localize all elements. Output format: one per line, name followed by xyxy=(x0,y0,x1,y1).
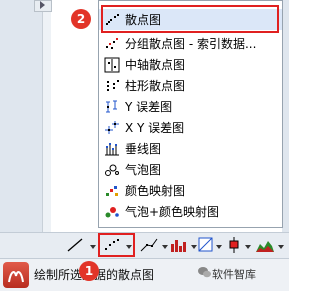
app-logo xyxy=(3,262,29,288)
scatter-plot-menu: 散点图 分组散点图 - 索引数据... 中轴散点图 柱形散点图 Y 误差图 X … xyxy=(98,0,283,228)
menu-item-column-scatter[interactable]: 柱形散点图 xyxy=(99,75,282,96)
chevron-down-icon[interactable] xyxy=(90,245,96,249)
bubble-color-map-icon xyxy=(104,204,120,220)
menu-item-label: 垂线图 xyxy=(125,142,162,156)
chevron-down-icon[interactable] xyxy=(216,245,222,249)
menu-item-label: 气泡图 xyxy=(125,163,162,177)
chevron-down-icon[interactable] xyxy=(245,245,251,249)
scatter-button-highlight xyxy=(98,233,135,257)
step-badge-2: 2 xyxy=(71,9,91,29)
menu-item-y-error[interactable]: Y 误差图 xyxy=(99,96,282,117)
menu-item-bubble[interactable]: 气泡图 xyxy=(99,159,282,180)
watermark-text: 软件智库 xyxy=(212,268,256,281)
menu-item-bubble-color-map[interactable]: 气泡+颜色映射图 xyxy=(99,201,282,222)
drop-line-icon xyxy=(104,141,120,157)
column-scatter-icon xyxy=(104,78,120,94)
bubble-icon xyxy=(104,162,120,178)
menu-item-label: X Y 误差图 xyxy=(125,121,185,135)
wechat-icon xyxy=(198,266,211,278)
menu-item-central-axis-scatter[interactable]: 中轴散点图 xyxy=(99,54,282,75)
menu-item-label: Y 误差图 xyxy=(125,100,173,114)
grouped-scatter-icon xyxy=(104,36,120,52)
xy-error-icon xyxy=(104,120,120,136)
menu-item-drop-line[interactable]: 垂线图 xyxy=(99,138,282,159)
expand-arrow-icon xyxy=(40,1,45,9)
menu-item-xy-error[interactable]: X Y 误差图 xyxy=(99,117,282,138)
menu-item-label: 中轴散点图 xyxy=(125,58,186,72)
menu-item-color-map[interactable]: 颜色映射图 xyxy=(99,180,282,201)
menu-item-label: 分组散点图 - 索引数据... xyxy=(125,37,257,51)
central-axis-scatter-icon xyxy=(104,57,120,73)
step-badge-1: 1 xyxy=(79,261,99,281)
box-chart-button[interactable] xyxy=(224,236,258,254)
scrollbar[interactable] xyxy=(282,0,289,232)
selected-item-highlight xyxy=(101,5,279,33)
y-error-icon xyxy=(104,99,120,115)
menu-item-label: 气泡+颜色映射图 xyxy=(125,205,220,219)
workspace-background xyxy=(0,0,42,232)
menu-item-grouped-scatter[interactable]: 分组散点图 - 索引数据... xyxy=(99,33,282,54)
splitter[interactable] xyxy=(42,0,51,232)
menu-item-label: 颜色映射图 xyxy=(125,184,186,198)
chevron-down-icon[interactable] xyxy=(278,245,284,249)
box-chart-icon xyxy=(229,237,239,253)
color-map-icon xyxy=(104,183,120,199)
menu-item-label: 柱形散点图 xyxy=(125,79,186,93)
